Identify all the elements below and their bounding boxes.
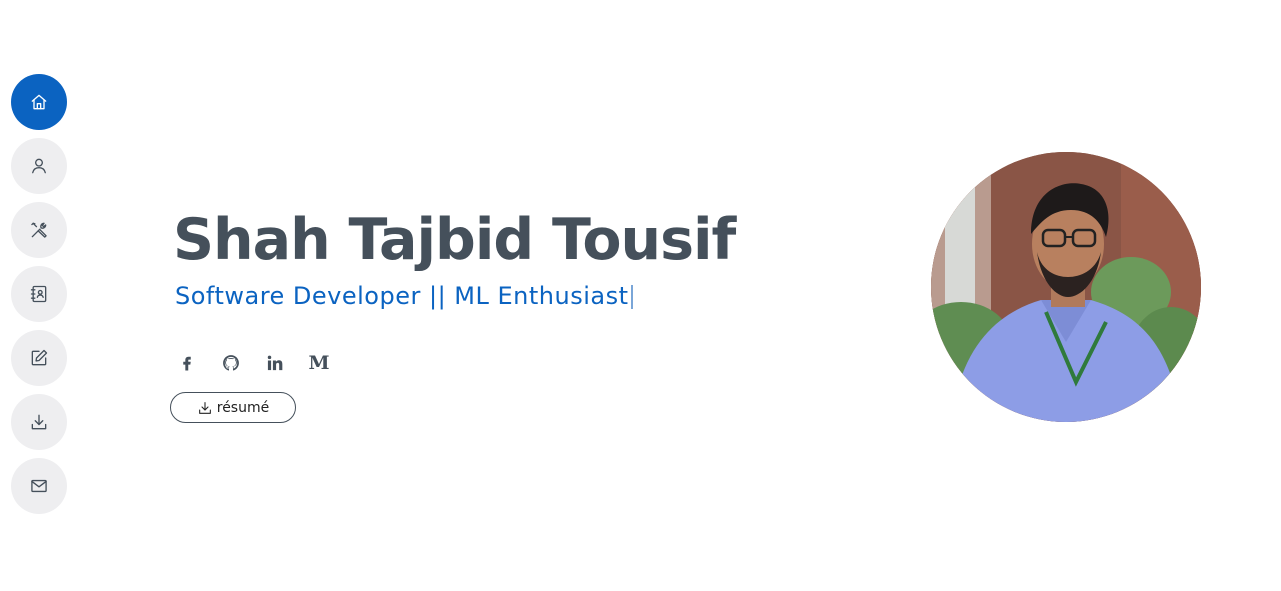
nav-about-button[interactable] [11,138,67,194]
download-icon [198,401,211,414]
hero-name: Shah Tajbid Tousif [173,207,736,273]
nav-skills-button[interactable] [11,202,67,258]
nav-blog-button[interactable] [11,330,67,386]
nav-resume-button[interactable] [11,266,67,322]
nav-download-button[interactable] [11,394,67,450]
mail-icon [31,479,47,493]
sidebar-nav [11,74,67,514]
facebook-link[interactable] [176,352,198,374]
hero-section: Shah Tajbid Tousif Software Developer ||… [173,200,736,312]
github-icon [223,355,239,371]
user-icon [32,158,46,174]
github-link[interactable] [220,352,242,374]
profile-photo [931,152,1201,422]
facebook-icon [183,356,191,371]
typing-cursor [630,285,633,309]
resume-download-button[interactable]: résumé [170,392,296,423]
nav-contact-button[interactable] [11,458,67,514]
social-links: M [176,352,330,374]
linkedin-link[interactable] [264,352,286,374]
hero-subtitle-wrapper: Software Developer || ML Enthusiast [173,280,735,312]
profile-photo-illustration [931,152,1201,422]
edit-icon [31,349,48,366]
home-icon [31,94,47,110]
medium-icon: M [308,352,330,374]
tools-icon [31,222,47,238]
resume-button-label: résumé [216,399,270,416]
contact-book-icon [30,285,47,303]
download-icon [31,414,47,430]
medium-link[interactable]: M [308,352,330,374]
linkedin-icon [267,355,283,371]
page: Shah Tajbid Tousif Software Developer ||… [0,0,1281,591]
hero-subtitle: Software Developer || ML Enthusiast [175,282,629,310]
nav-home-button[interactable] [11,74,67,130]
